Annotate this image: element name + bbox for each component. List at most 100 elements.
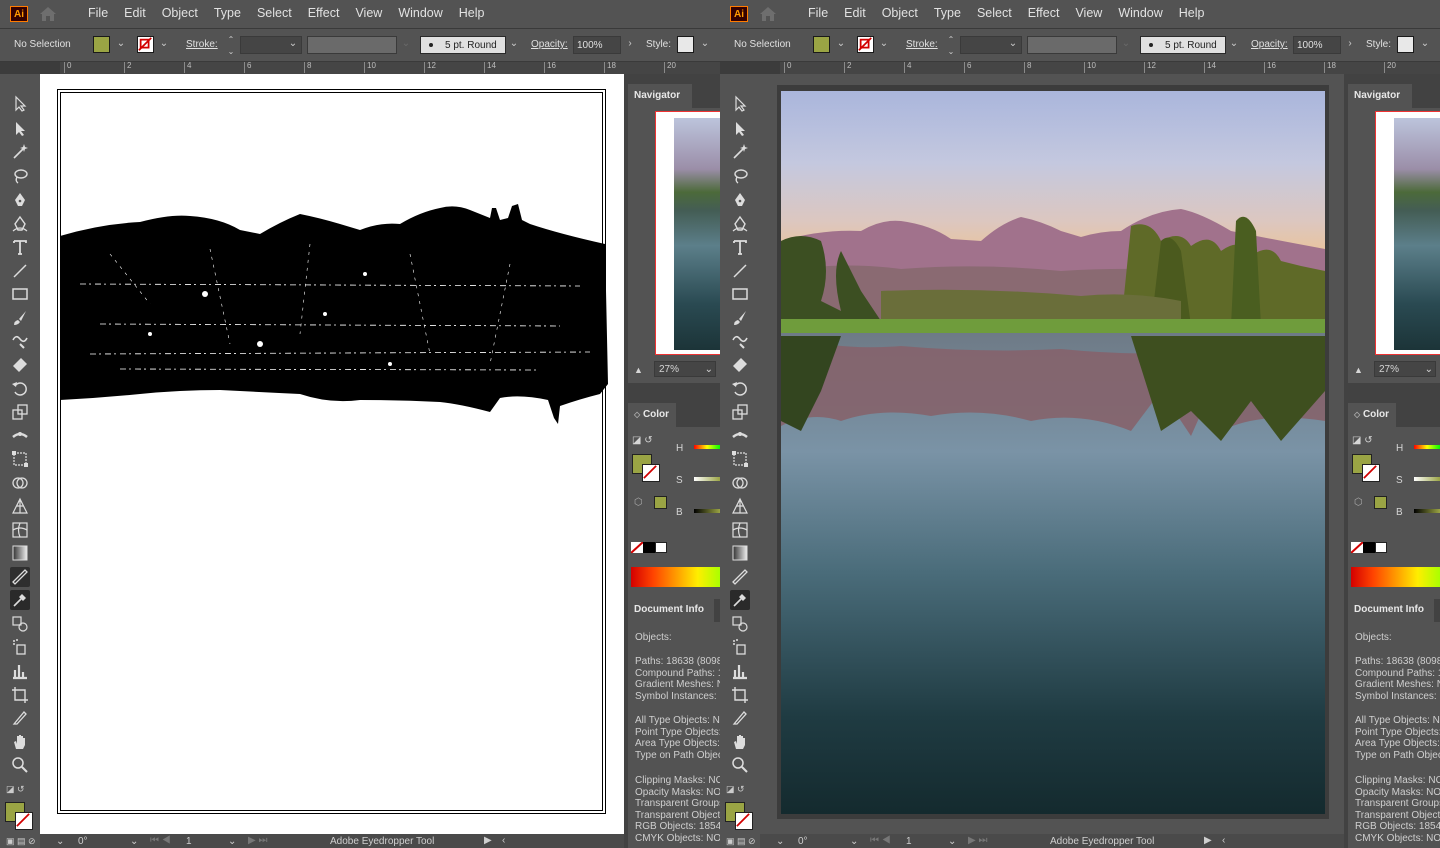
brightness-slider[interactable] <box>1414 509 1440 513</box>
eyedropper-tool-icon[interactable] <box>730 590 750 610</box>
menu-edit[interactable]: Edit <box>116 0 154 28</box>
collapse-icon[interactable]: ◇ <box>634 410 640 419</box>
menu-window[interactable]: Window <box>390 0 450 28</box>
selection-tool-icon[interactable] <box>10 94 30 114</box>
fill-swatch[interactable] <box>93 36 110 53</box>
direct-selection-tool-icon[interactable] <box>730 119 750 139</box>
stroke-weight-dropdown-icon[interactable]: ⌄ <box>287 38 299 50</box>
status-arrow-icon[interactable]: ▶ <box>1204 835 1212 846</box>
slice-tool-icon[interactable] <box>730 708 750 728</box>
zoom-dropdown-icon[interactable]: ⌄ <box>705 362 713 378</box>
scale-tool-icon[interactable] <box>730 402 750 422</box>
graphic-style-swatch[interactable] <box>677 36 694 53</box>
menu-object[interactable]: Object <box>874 0 926 28</box>
stroke-color-box[interactable] <box>735 812 753 830</box>
menu-effect[interactable]: Effect <box>1020 0 1068 28</box>
opacity-arrow-icon[interactable]: › <box>1344 38 1356 50</box>
color-spectrum[interactable] <box>631 567 720 587</box>
type-tool-icon[interactable] <box>730 237 750 257</box>
artboard-nav-next-icons[interactable]: ▶ ⏭ <box>248 835 267 846</box>
artboard-tool-icon[interactable] <box>10 685 30 705</box>
color-panel-stroke[interactable] <box>1362 464 1380 482</box>
free-transform-tool-icon[interactable] <box>10 449 30 469</box>
chevron-down-icon[interactable]: ⌄ <box>56 836 64 847</box>
menu-view[interactable]: View <box>1067 0 1110 28</box>
hue-slider[interactable] <box>1414 445 1440 449</box>
none-black-white-swatches[interactable] <box>1350 541 1387 554</box>
gradient-tool-icon[interactable] <box>730 543 750 563</box>
status-arrow-icon[interactable]: ▶ <box>484 835 492 846</box>
shape-builder-tool-icon[interactable] <box>10 473 30 493</box>
none-black-white-swatches[interactable] <box>630 541 667 554</box>
home-icon[interactable] <box>38 5 58 23</box>
artboard-nav-prev-icons[interactable]: ⏮ ◀ <box>150 835 171 846</box>
zoom-dropdown-icon[interactable]: ⌄ <box>1425 362 1433 378</box>
brush-definition[interactable]: 5 pt. Round <box>420 36 506 54</box>
scale-tool-icon[interactable] <box>10 402 30 422</box>
fill-swatch[interactable] <box>813 36 830 53</box>
hand-tool-icon[interactable] <box>10 732 30 752</box>
stroke-weight-dropdown-icon[interactable]: ⌄ <box>1007 38 1019 50</box>
style-dropdown-icon[interactable]: ⌄ <box>1419 38 1431 50</box>
opacity-arrow-icon[interactable]: › <box>624 38 636 50</box>
measure-tool-icon[interactable] <box>730 567 750 587</box>
saturation-slider[interactable] <box>1414 477 1440 481</box>
blend-tool-icon[interactable] <box>10 614 30 634</box>
closest-web-color[interactable] <box>1374 496 1387 509</box>
chevron-down-icon[interactable]: ⌄ <box>776 836 784 847</box>
fill-dropdown-icon[interactable]: ⌄ <box>115 38 127 50</box>
shaper-tool-icon[interactable] <box>10 331 30 351</box>
paintbrush-tool-icon[interactable] <box>730 308 750 328</box>
eraser-tool-icon[interactable] <box>730 355 750 375</box>
style-dropdown-icon[interactable]: ⌄ <box>699 38 711 50</box>
stroke-dropdown-icon[interactable]: ⌄ <box>878 38 890 50</box>
zoom-out-icon[interactable]: ▲ <box>1354 365 1363 375</box>
document-info-tab[interactable]: Document Info <box>1348 598 1434 622</box>
rotation-dropdown-icon[interactable]: ⌄ <box>850 836 858 847</box>
out-of-web-color-icon[interactable]: ⬡ <box>1354 497 1363 508</box>
default-colors-icon[interactable]: ◪ ↺ <box>726 784 745 795</box>
stroke-stepper-icon[interactable]: ⌃ ⌄ <box>225 34 237 56</box>
opacity-field[interactable]: 100% <box>573 36 621 54</box>
opacity-field[interactable]: 100% <box>1293 36 1341 54</box>
color-mode-icons[interactable]: ▣ ▤ ⊘ <box>726 836 756 847</box>
scroll-left-icon[interactable]: ‹ <box>502 835 505 846</box>
rotation-value[interactable]: 0° <box>78 836 88 847</box>
menu-file[interactable]: File <box>800 0 836 28</box>
rotate-tool-icon[interactable] <box>730 379 750 399</box>
rectangle-tool-icon[interactable] <box>730 284 750 304</box>
out-of-web-color-icon[interactable]: ⬡ <box>634 497 643 508</box>
color-panel-stroke[interactable] <box>642 464 660 482</box>
menu-help[interactable]: Help <box>1171 0 1213 28</box>
document-info-tab[interactable]: Document Info <box>628 598 714 622</box>
navigator-preview[interactable] <box>1375 111 1440 355</box>
eraser-tool-icon[interactable] <box>10 355 30 375</box>
canvas-area[interactable] <box>760 74 1344 834</box>
menu-file[interactable]: File <box>80 0 116 28</box>
stroke-label[interactable]: Stroke: <box>186 39 218 50</box>
color-mode-icons[interactable]: ▣ ▤ ⊘ <box>6 836 36 847</box>
stroke-stepper-icon[interactable]: ⌃ ⌄ <box>945 34 957 56</box>
selection-tool-icon[interactable] <box>730 94 750 114</box>
shape-builder-tool-icon[interactable] <box>730 473 750 493</box>
menu-view[interactable]: View <box>347 0 390 28</box>
width-tool-icon[interactable] <box>10 426 30 446</box>
curvature-tool-icon[interactable] <box>10 214 30 234</box>
zoom-tool-icon[interactable] <box>730 755 750 775</box>
artboard-tool-icon[interactable] <box>730 685 750 705</box>
menu-select[interactable]: Select <box>249 0 300 28</box>
navigator-zoom-field[interactable]: 27% ⌄ <box>654 361 716 377</box>
mesh-tool-icon[interactable] <box>730 520 750 540</box>
home-icon[interactable] <box>758 5 778 23</box>
saturation-slider[interactable] <box>694 477 720 481</box>
curvature-tool-icon[interactable] <box>730 214 750 234</box>
shaper-tool-icon[interactable] <box>730 331 750 351</box>
rotation-value[interactable]: 0° <box>798 836 808 847</box>
magic-wand-tool-icon[interactable] <box>10 142 30 162</box>
opacity-label[interactable]: Opacity: <box>1251 39 1288 50</box>
free-transform-tool-icon[interactable] <box>730 449 750 469</box>
navigator-tab[interactable]: Navigator <box>628 84 692 108</box>
slice-tool-icon[interactable] <box>10 708 30 728</box>
brush-definition[interactable]: 5 pt. Round <box>1140 36 1226 54</box>
navigator-zoom-field[interactable]: 27% ⌄ <box>1374 361 1436 377</box>
